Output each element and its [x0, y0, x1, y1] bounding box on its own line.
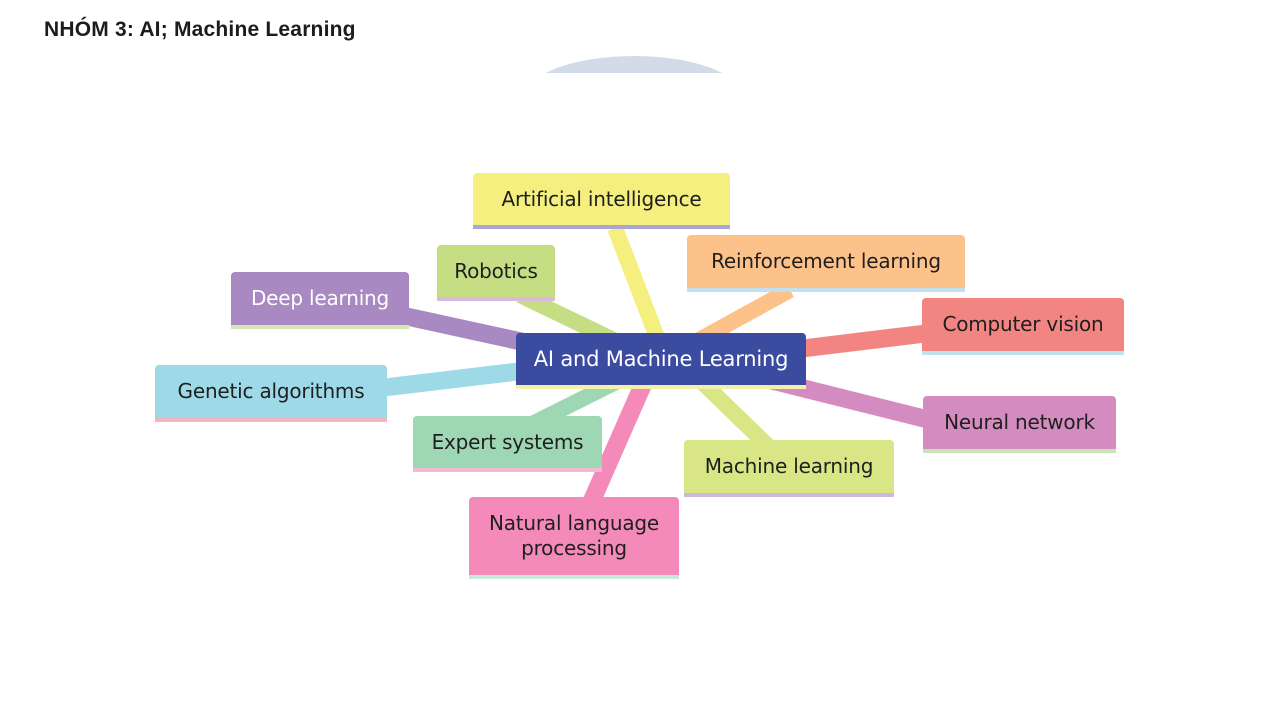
node-neural-network[interactable]: Neural network [923, 396, 1116, 453]
node-label: Reinforcement learning [711, 249, 941, 273]
node-label: Neural network [944, 410, 1095, 434]
node-expert-systems[interactable]: Expert systems [413, 416, 602, 472]
node-natural-language-processing[interactable]: Natural language processing [469, 497, 679, 579]
node-label: Computer vision [942, 312, 1104, 336]
link-machine-learning [694, 374, 776, 454]
node-label: Natural language processing [488, 511, 660, 560]
node-genetic-algorithms[interactable]: Genetic algorithms [155, 365, 387, 422]
center-label: AI and Machine Learning [533, 346, 789, 371]
node-computer-vision[interactable]: Computer vision [922, 298, 1124, 355]
node-deep-learning[interactable]: Deep learning [231, 272, 409, 329]
node-center[interactable]: AI and Machine Learning [516, 333, 806, 389]
link-genetic-algorithms [378, 361, 532, 397]
node-label: Artificial intelligence [501, 186, 702, 211]
link-computer-vision [788, 324, 932, 359]
node-artificial-intelligence[interactable]: Artificial intelligence [473, 173, 730, 229]
node-label: Deep learning [250, 286, 390, 310]
node-label: Genetic algorithms [177, 379, 365, 403]
node-machine-learning[interactable]: Machine learning [684, 440, 894, 497]
node-label: Robotics [454, 258, 538, 283]
link-artificial-intelligence [607, 225, 668, 348]
node-label: Expert systems [431, 429, 584, 454]
node-robotics[interactable]: Robotics [437, 245, 555, 301]
node-label: Machine learning [704, 454, 874, 478]
node-reinforcement-learning[interactable]: Reinforcement learning [687, 235, 965, 292]
